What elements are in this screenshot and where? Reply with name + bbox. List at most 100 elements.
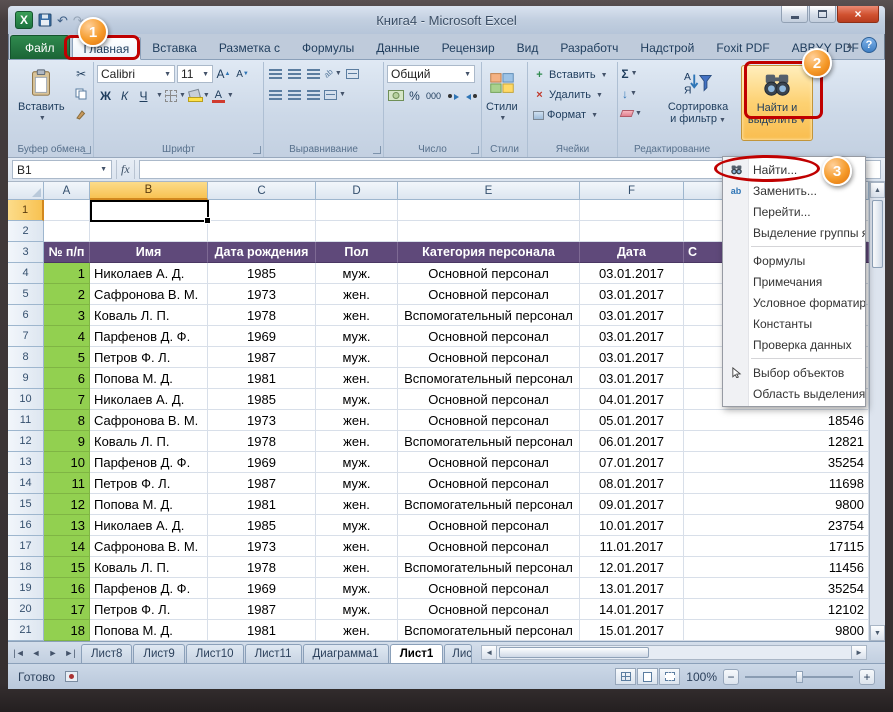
normal-view-icon[interactable] [615,668,637,685]
cell-F16[interactable]: 10.01.2017 [580,515,684,536]
number-dialog-launcher-icon[interactable] [471,146,479,154]
cell-D10[interactable]: муж. [316,389,398,410]
delete-cells-button[interactable]: × Удалить ▼ [531,85,614,105]
align-top-icon[interactable] [267,65,284,82]
cell-B19[interactable]: Парфенов Д. Ф. [90,578,208,599]
cell-F19[interactable]: 13.01.2017 [580,578,684,599]
menu-item[interactable]: Константы [723,313,865,334]
cell-B5[interactable]: Сафронова В. М. [90,284,208,305]
maximize-button[interactable] [809,6,836,23]
align-middle-icon[interactable] [286,65,303,82]
find-select-button[interactable]: Найти и выделить ▼ [741,65,813,141]
macro-record-icon[interactable] [65,671,79,682]
cell-C3[interactable]: Дата рождения [208,242,316,263]
cell-F13[interactable]: 07.01.2017 [580,452,684,473]
cell-G18[interactable]: 11456 [684,557,869,578]
cell-C18[interactable]: 1978 [208,557,316,578]
tab-Разметка с[interactable]: Разметка с [208,37,291,59]
row-header-21[interactable]: 21 [8,620,44,641]
merge-center-icon[interactable]: ▼ [324,86,346,103]
zoom-value[interactable]: 100% [686,670,717,684]
zoom-slider[interactable] [745,670,853,683]
row-header-8[interactable]: 8 [8,347,44,368]
menu-item[interactable]: Проверка данных [723,334,865,355]
menu-item[interactable]: Примечания [723,271,865,292]
cell-E15[interactable]: Вспомогательный персонал [398,494,580,515]
cell-G17[interactable]: 17115 [684,536,869,557]
row-header-7[interactable]: 7 [8,326,44,347]
column-header-F[interactable]: F [580,182,684,200]
cell-B17[interactable]: Сафронова В. М. [90,536,208,557]
vertical-scroll-thumb[interactable] [872,200,883,268]
cell-E9[interactable]: Вспомогательный персонал [398,368,580,389]
zoom-slider-thumb[interactable] [796,670,803,683]
tab-Надстрой[interactable]: Надстрой [629,37,705,59]
fill-button[interactable]: ↓ ▼ [621,85,638,102]
tab-Данные[interactable]: Данные [365,37,430,59]
undo-icon[interactable]: ↶ [57,14,68,27]
cell-G16[interactable]: 23754 [684,515,869,536]
scroll-right-icon[interactable]: ► [851,646,866,659]
menu-item[interactable]: Выделение группы я... [723,222,865,243]
cell-F17[interactable]: 11.01.2017 [580,536,684,557]
last-sheet-icon[interactable]: ►| [63,648,77,658]
fx-icon[interactable]: fx [116,160,135,179]
cell-G19[interactable]: 35254 [684,578,869,599]
cell-F21[interactable]: 15.01.2017 [580,620,684,641]
percent-button[interactable]: % [406,87,423,104]
cell-D20[interactable]: муж. [316,599,398,620]
cell-A19[interactable]: 16 [44,578,90,599]
vertical-scrollbar[interactable]: ▲ ▼ [869,182,885,641]
cell-C5[interactable]: 1973 [208,284,316,305]
page-layout-view-icon[interactable] [637,668,659,685]
prev-sheet-icon[interactable]: ◄ [29,648,43,658]
row-header-18[interactable]: 18 [8,557,44,578]
cell-C4[interactable]: 1985 [208,263,316,284]
cell-B4[interactable]: Николаев А. Д. [90,263,208,284]
tab-Foxit PDF[interactable]: Foxit PDF [705,37,780,59]
row-header-4[interactable]: 4 [8,263,44,284]
cell-E3[interactable]: Категория персонала [398,242,580,263]
cell-B16[interactable]: Николаев А. Д. [90,515,208,536]
row-header-13[interactable]: 13 [8,452,44,473]
zoom-in-button[interactable]: + [859,668,875,685]
column-header-B[interactable]: B [90,182,208,200]
cell-D6[interactable]: жен. [316,305,398,326]
cell-E19[interactable]: Основной персонал [398,578,580,599]
cell-A3[interactable]: № п/п [44,242,90,263]
styles-button[interactable]: Стили ▼ [485,65,519,141]
cell-D7[interactable]: муж. [316,326,398,347]
cell-A1[interactable] [44,200,90,221]
cell-G11[interactable]: 18546 [684,410,869,431]
row-header-15[interactable]: 15 [8,494,44,515]
cell-A7[interactable]: 4 [44,326,90,347]
help-icon[interactable]: ? [861,37,877,53]
cell-B15[interactable]: Попова М. Д. [90,494,208,515]
cell-A12[interactable]: 9 [44,431,90,452]
cut-icon[interactable]: ✂ [73,65,90,82]
cell-C6[interactable]: 1978 [208,305,316,326]
cell-A11[interactable]: 8 [44,410,90,431]
orientation-icon[interactable]: ab ▼ [322,65,342,82]
cell-G20[interactable]: 12102 [684,599,869,620]
fill-color-button[interactable]: ▼ [187,87,210,104]
cell-D21[interactable]: жен. [316,620,398,641]
row-header-16[interactable]: 16 [8,515,44,536]
cell-F8[interactable]: 03.01.2017 [580,347,684,368]
row-header-17[interactable]: 17 [8,536,44,557]
sheet-tab-Лис[interactable]: Лис [444,644,473,663]
cell-E6[interactable]: Вспомогательный персонал [398,305,580,326]
bold-button[interactable]: Ж [97,87,114,104]
cell-C10[interactable]: 1985 [208,389,316,410]
tab-Рецензир[interactable]: Рецензир [431,37,506,59]
sheet-tab-Лист1[interactable]: Лист1 [389,644,444,663]
cell-E7[interactable]: Основной персонал [398,326,580,347]
cell-B7[interactable]: Парфенов Д. Ф. [90,326,208,347]
cell-E20[interactable]: Основной персонал [398,599,580,620]
minimize-button[interactable] [781,6,808,23]
row-header-3[interactable]: 3 [8,242,44,263]
cell-C21[interactable]: 1981 [208,620,316,641]
row-header-12[interactable]: 12 [8,431,44,452]
cell-D8[interactable]: муж. [316,347,398,368]
copy-icon[interactable] [73,85,90,102]
